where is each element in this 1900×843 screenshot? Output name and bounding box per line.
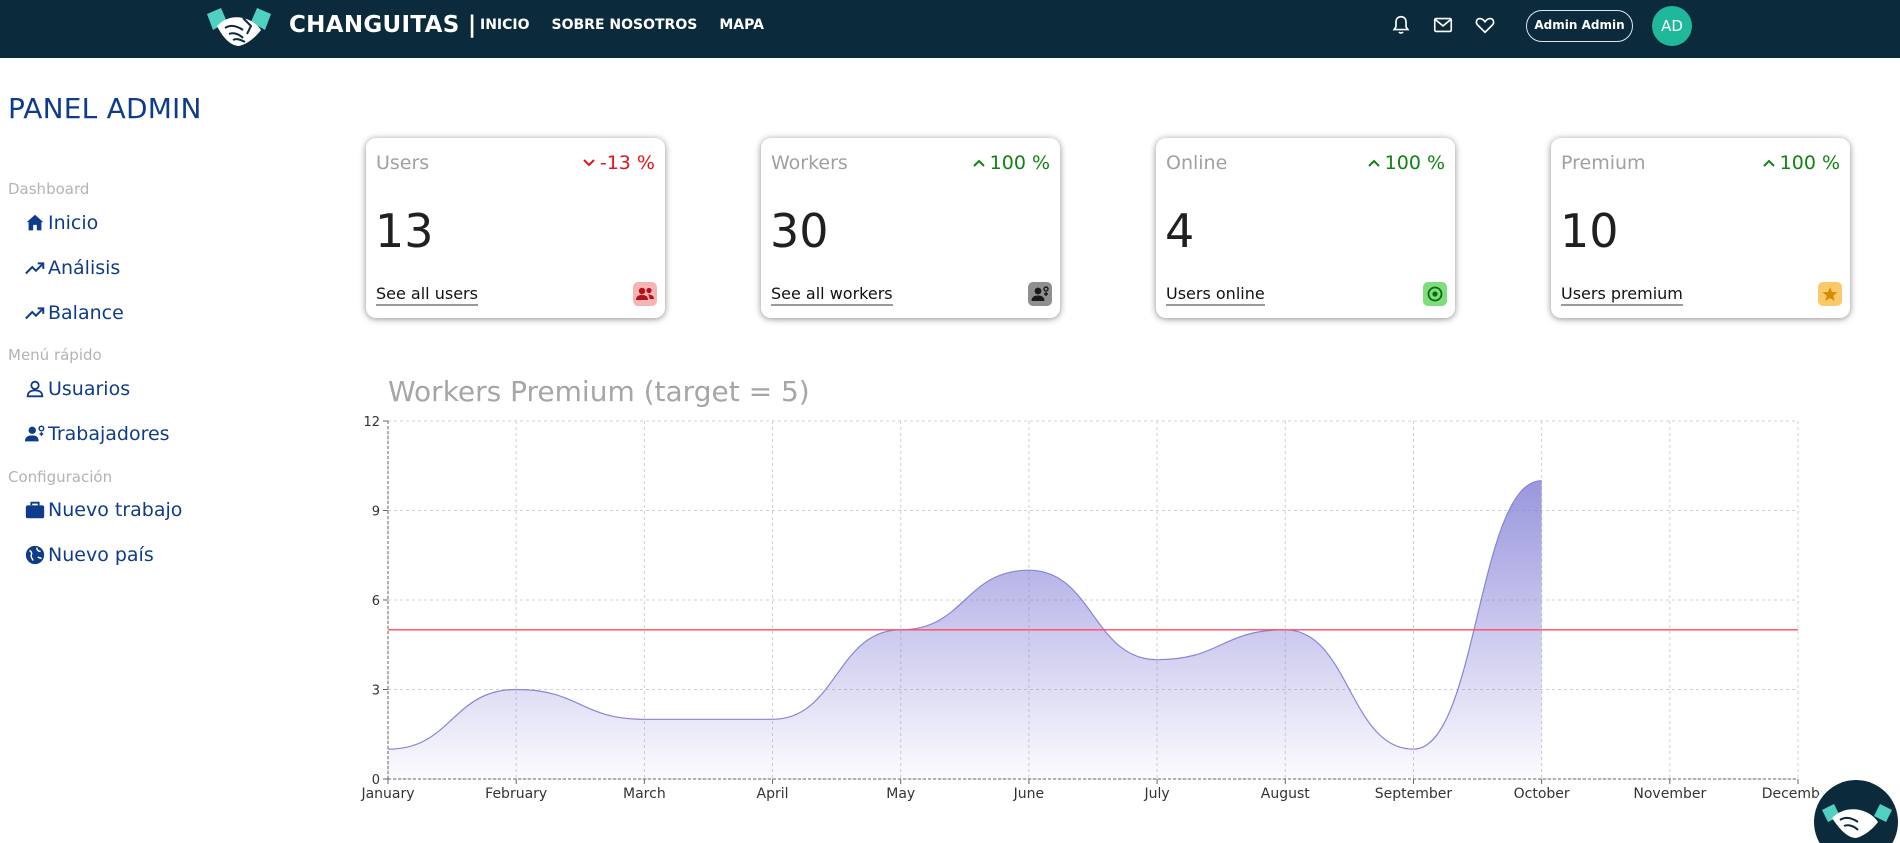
x-tick-label: January bbox=[360, 786, 414, 802]
x-tick-label: July bbox=[1143, 786, 1169, 802]
y-tick-label: 3 bbox=[372, 684, 380, 699]
y-tick-label: 12 bbox=[363, 415, 380, 430]
x-tick-label: April bbox=[757, 786, 789, 802]
handshake-corner-logo-icon[interactable] bbox=[1808, 774, 1900, 843]
x-tick-label: March bbox=[623, 786, 666, 802]
x-tick-label: September bbox=[1375, 786, 1453, 802]
x-tick-label: May bbox=[886, 786, 915, 802]
x-tick-label: June bbox=[1013, 786, 1045, 802]
y-tick-label: 6 bbox=[372, 594, 380, 609]
x-tick-label: August bbox=[1261, 786, 1311, 802]
x-tick-label: February bbox=[485, 786, 547, 802]
x-tick-label: November bbox=[1633, 786, 1706, 802]
x-tick-label: October bbox=[1514, 786, 1570, 802]
workers-premium-chart: 036912January February March April May June Ju… bbox=[360, 415, 1834, 802]
y-tick-label: 9 bbox=[372, 505, 380, 520]
